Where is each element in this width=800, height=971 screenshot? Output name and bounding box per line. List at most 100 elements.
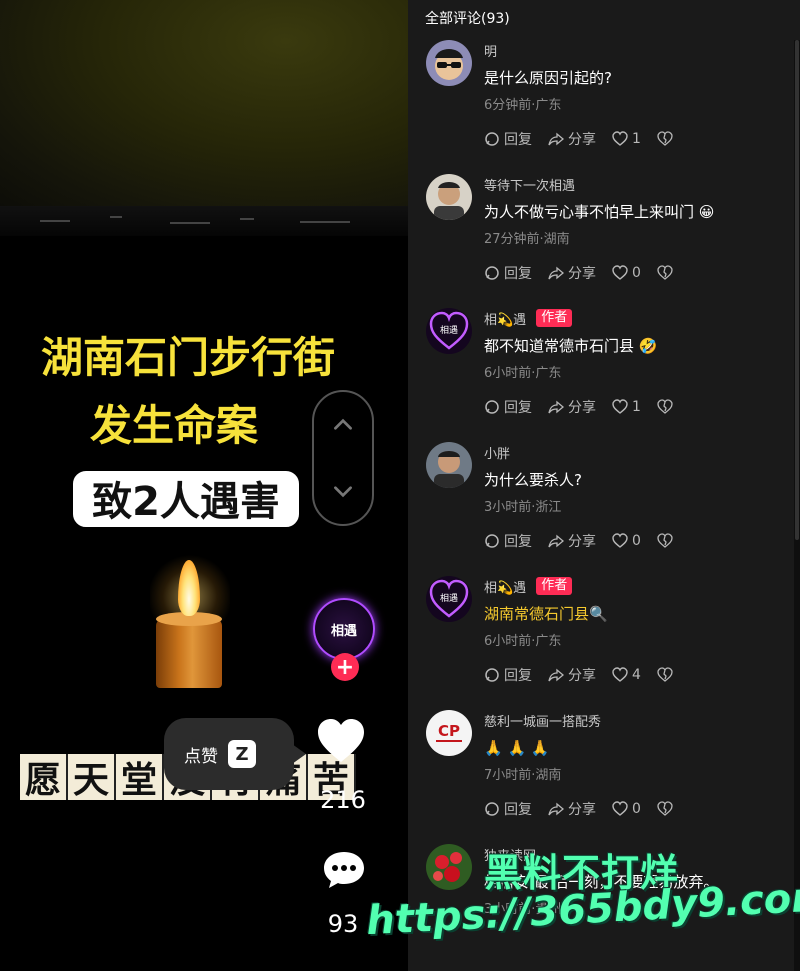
share-button[interactable]: 分享 — [548, 799, 596, 819]
share-button[interactable]: 分享 — [548, 531, 596, 551]
svg-text:相遇: 相遇 — [440, 592, 458, 604]
broken-heart-icon — [657, 399, 673, 414]
comment-text: 🙏 🙏 🙏 — [484, 739, 550, 757]
share-icon — [548, 400, 564, 414]
comment-text: 是什么原因引起的? — [484, 69, 612, 87]
heart-logo-avatar[interactable]: 相遇 — [426, 308, 472, 354]
share-label: 分享 — [568, 266, 596, 282]
comment-like-count: 1 — [632, 399, 641, 415]
reply-icon — [485, 668, 499, 682]
headline-line-1: 湖南石门步行街 — [40, 333, 335, 382]
reply-button[interactable]: 回复 — [484, 665, 532, 685]
dislike-button[interactable] — [657, 131, 673, 147]
comment-author[interactable]: 相💫遇 — [484, 577, 526, 596]
comment-like-count: 1 — [632, 131, 641, 147]
share-button[interactable]: 分享 — [548, 397, 596, 417]
share-icon — [548, 802, 564, 816]
comment-like-button[interactable]: 0 — [612, 801, 641, 817]
reply-button[interactable]: 回复 — [484, 531, 532, 551]
author-badge: 作者 — [536, 309, 573, 327]
reply-label: 回复 — [504, 534, 532, 550]
chevron-up-icon[interactable] — [330, 412, 356, 438]
comment-meta: 6小时前·广东 — [484, 634, 562, 649]
comment-author[interactable]: 相💫遇 — [484, 309, 526, 328]
comment-meta: 6小时前·广东 — [484, 366, 562, 381]
memorial-char: 堂 — [116, 754, 164, 801]
dislike-button[interactable] — [657, 399, 673, 415]
video-player[interactable]: 湖南石门步行街 发生命案 致2人遇害 愿 天 堂 没 有 痛 苦 相遇 + 点赞… — [0, 0, 408, 971]
broken-heart-icon — [657, 533, 673, 548]
heart-icon[interactable] — [316, 718, 366, 764]
like-tooltip: 点赞 Z — [164, 718, 306, 790]
comment-like-button[interactable]: 1 — [612, 131, 641, 147]
heart-logo-avatar[interactable]: 相遇 — [426, 576, 472, 622]
man-photo-avatar[interactable] — [426, 174, 472, 220]
comment-meta: 3小时前·浙江 — [484, 500, 562, 515]
reply-button[interactable]: 回复 — [484, 129, 532, 149]
broken-heart-icon — [657, 131, 673, 146]
like-count: 216 — [320, 786, 366, 814]
comment-text: 都不知道常德市石门县 🤣 — [484, 337, 658, 355]
share-label: 分享 — [568, 132, 596, 148]
share-label: 分享 — [568, 534, 596, 550]
svg-text:CP: CP — [438, 722, 460, 740]
share-button[interactable]: 分享 — [548, 263, 596, 283]
video-frame-noise — [0, 206, 408, 236]
heart-outline-icon — [612, 533, 628, 548]
heart-outline-icon — [612, 265, 628, 280]
share-icon — [548, 534, 564, 548]
reply-icon — [485, 534, 499, 548]
comment-like-count: 0 — [632, 533, 641, 549]
broken-heart-icon — [657, 265, 673, 280]
comment-like-button[interactable]: 1 — [612, 399, 641, 415]
comment-like-button[interactable]: 0 — [612, 265, 641, 281]
comment-like-button[interactable]: 4 — [612, 667, 641, 683]
share-button[interactable]: 分享 — [548, 129, 596, 149]
comment-like-button[interactable]: 0 — [612, 533, 641, 549]
comment-author[interactable]: 慈利一城画一搭配秀 — [484, 711, 601, 730]
reply-button[interactable]: 回复 — [484, 263, 532, 283]
memorial-char: 愿 — [20, 754, 68, 801]
comment-text: 为什么要杀人? — [484, 471, 582, 489]
flower-avatar[interactable] — [426, 844, 472, 890]
comment-text-search-link[interactable]: 湖南常德石门县🔍 — [484, 604, 784, 624]
chevron-down-icon[interactable] — [330, 478, 356, 504]
dislike-button[interactable] — [657, 667, 673, 683]
reply-button[interactable]: 回复 — [484, 799, 532, 819]
reply-icon — [485, 266, 499, 280]
heart-outline-icon — [612, 399, 628, 414]
headline-line-3: 致2人遇害 — [70, 468, 302, 530]
dislike-button[interactable] — [657, 265, 673, 281]
comment-author[interactable]: 等待下一次相遇 — [484, 175, 575, 194]
comment-author[interactable]: 明 — [484, 41, 497, 60]
comment-meta: 6分钟前·广东 — [484, 98, 562, 113]
reply-icon — [485, 400, 499, 414]
comments-panel[interactable]: 全部评论(93) 明 是什么原因引起的? 6分钟前·广东 回复 分享 1 等待下… — [408, 0, 800, 971]
comment-meta: 7小时前·湖南 — [484, 768, 562, 783]
reply-label: 回复 — [504, 802, 532, 818]
young-man-avatar[interactable] — [426, 442, 472, 488]
comment-icon[interactable] — [322, 850, 366, 890]
heart-outline-icon — [612, 801, 628, 816]
cp-logo-avatar[interactable]: CP — [426, 710, 472, 756]
reply-label: 回复 — [504, 132, 532, 148]
share-button[interactable]: 分享 — [548, 665, 596, 685]
comment-author[interactable]: 小胖 — [484, 443, 510, 462]
heart-outline-icon — [612, 131, 628, 146]
scrollbar-thumb[interactable] — [795, 40, 799, 540]
follow-button[interactable]: + — [331, 653, 359, 681]
share-label: 分享 — [568, 802, 596, 818]
comment-like-count: 0 — [632, 265, 641, 281]
author-avatar[interactable]: 相遇 — [313, 598, 375, 660]
svg-text:相遇: 相遇 — [440, 324, 458, 336]
reply-label: 回复 — [504, 400, 532, 416]
video-frame-top — [0, 0, 408, 206]
reply-button[interactable]: 回复 — [484, 397, 532, 417]
dislike-button[interactable] — [657, 801, 673, 817]
share-icon — [548, 668, 564, 682]
sunglasses-avatar[interactable] — [426, 40, 472, 86]
comment-meta: 27分钟前·湖南 — [484, 232, 570, 247]
reply-label: 回复 — [504, 266, 532, 282]
comment-like-count: 0 — [632, 801, 641, 817]
dislike-button[interactable] — [657, 533, 673, 549]
